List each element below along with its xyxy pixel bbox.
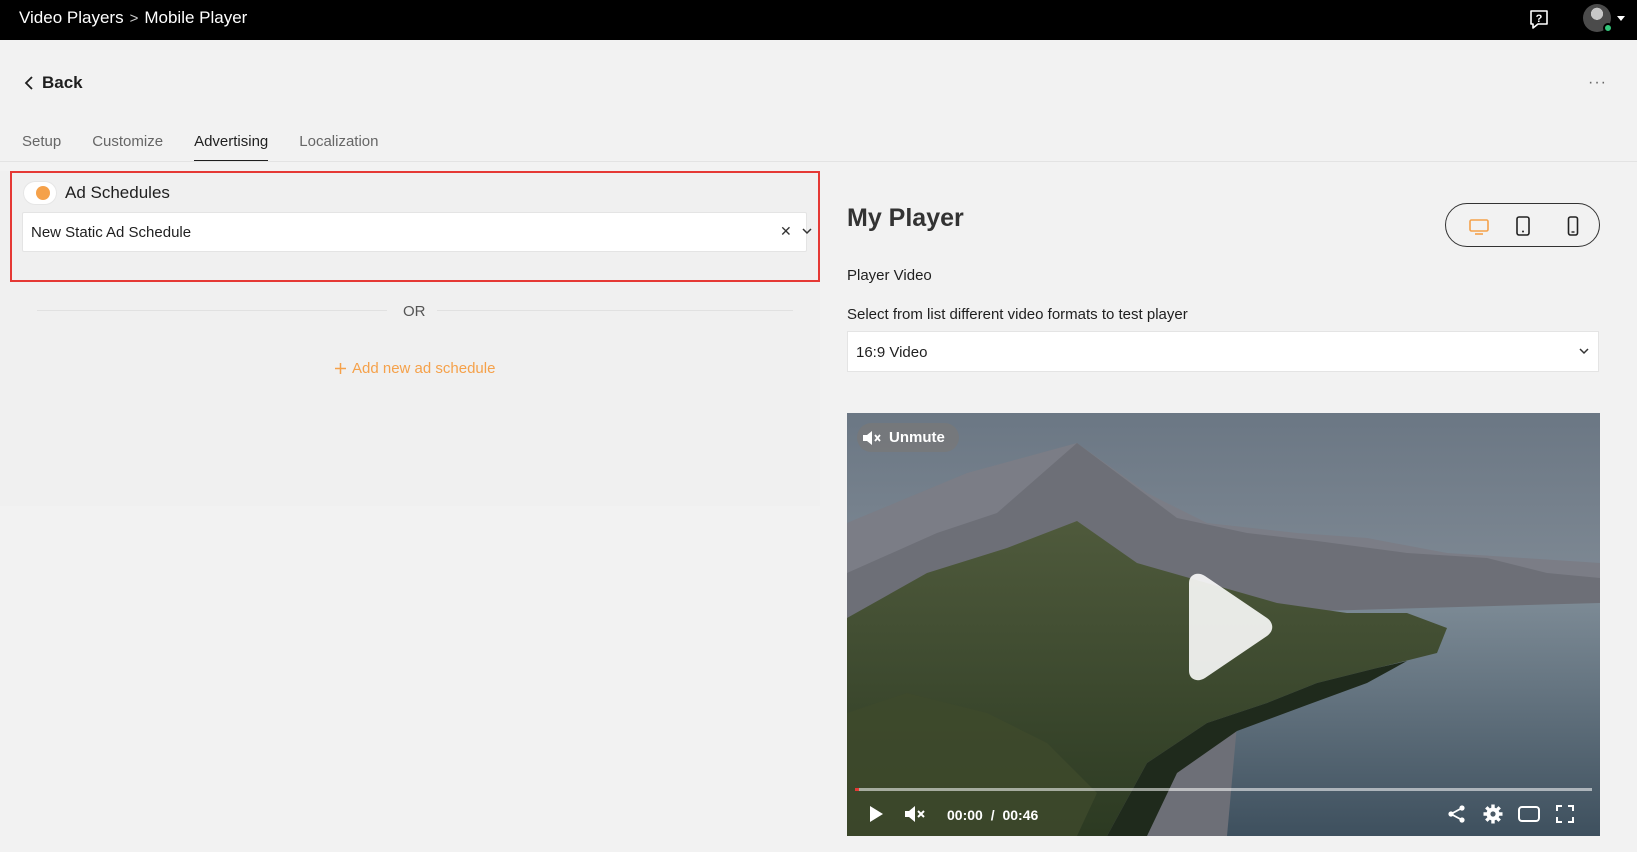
mute-icon (863, 430, 881, 445)
breadcrumb: Video Players > Mobile Player (19, 8, 247, 28)
unmute-label: Unmute (889, 429, 945, 446)
help-chat-icon[interactable]: ? (1528, 8, 1550, 30)
breadcrumb-current: Mobile Player (144, 8, 248, 27)
add-new-label: Add new ad schedule (352, 360, 496, 377)
ad-schedule-select[interactable]: New Static Ad Schedule ✕ (22, 212, 812, 252)
play-icon[interactable] (1175, 573, 1275, 681)
clear-icon[interactable]: ✕ (780, 223, 792, 240)
plus-icon (335, 363, 346, 374)
ad-schedules-toggle[interactable] (24, 182, 56, 204)
more-options-icon[interactable]: ··· (1588, 74, 1607, 92)
fullscreen-icon[interactable] (1555, 804, 1575, 824)
unmute-button[interactable]: Unmute (857, 423, 959, 452)
mobile-icon[interactable] (1562, 216, 1584, 236)
share-icon[interactable] (1447, 804, 1467, 824)
device-switcher (1445, 203, 1600, 247)
tab-divider (0, 161, 1637, 162)
progress-fill (855, 788, 859, 791)
video-format-value: 16:9 Video (856, 344, 928, 361)
top-bar: Video Players > Mobile Player ? (0, 0, 1637, 40)
chevron-left-icon (24, 76, 33, 90)
tab-advertising[interactable]: Advertising (194, 133, 269, 162)
or-divider-left (37, 310, 387, 311)
back-button[interactable]: Back (24, 73, 83, 93)
mute-icon[interactable] (903, 804, 927, 824)
breadcrumb-separator: > (129, 9, 139, 27)
add-new-ad-schedule-button[interactable]: Add new ad schedule (334, 360, 495, 377)
video-format-help: Select from list different video formats… (847, 306, 1188, 323)
play-icon[interactable] (865, 804, 885, 824)
time-display: 00:00 / 00:46 (947, 807, 1038, 823)
tab-bar: Setup Customize Advertising Localization (22, 133, 378, 162)
svg-text:?: ? (1536, 13, 1543, 25)
back-label: Back (42, 73, 83, 92)
current-time: 00:00 (947, 807, 983, 823)
video-player[interactable]: Unmute 00:00 / 00:46 (847, 413, 1600, 836)
tab-customize[interactable]: Customize (92, 133, 163, 162)
chevron-down-icon[interactable] (801, 225, 813, 237)
settings-gear-icon[interactable] (1483, 804, 1503, 824)
duration: 00:46 (1002, 807, 1039, 823)
tab-localization[interactable]: Localization (299, 133, 378, 162)
toggle-knob (36, 186, 50, 200)
account-menu-caret-icon[interactable] (1617, 16, 1625, 21)
tab-setup[interactable]: Setup (22, 133, 61, 162)
ad-schedule-value: New Static Ad Schedule (31, 224, 192, 241)
video-format-select[interactable]: 16:9 Video (847, 331, 1599, 372)
preview-title: My Player (847, 204, 964, 232)
time-separator: / (990, 807, 995, 823)
theater-mode-icon[interactable] (1517, 804, 1541, 824)
avatar[interactable] (1583, 4, 1613, 33)
ad-schedules-label: Ad Schedules (65, 183, 170, 202)
or-label: OR (403, 303, 426, 320)
breadcrumb-video-players[interactable]: Video Players (19, 8, 124, 28)
desktop-icon[interactable] (1468, 216, 1490, 236)
progress-bar[interactable] (855, 788, 1592, 791)
tablet-icon[interactable] (1512, 216, 1534, 236)
or-divider-right (437, 310, 793, 311)
online-status-dot (1603, 23, 1613, 33)
player-video-label: Player Video (847, 267, 932, 284)
chevron-down-icon (1579, 348, 1589, 355)
